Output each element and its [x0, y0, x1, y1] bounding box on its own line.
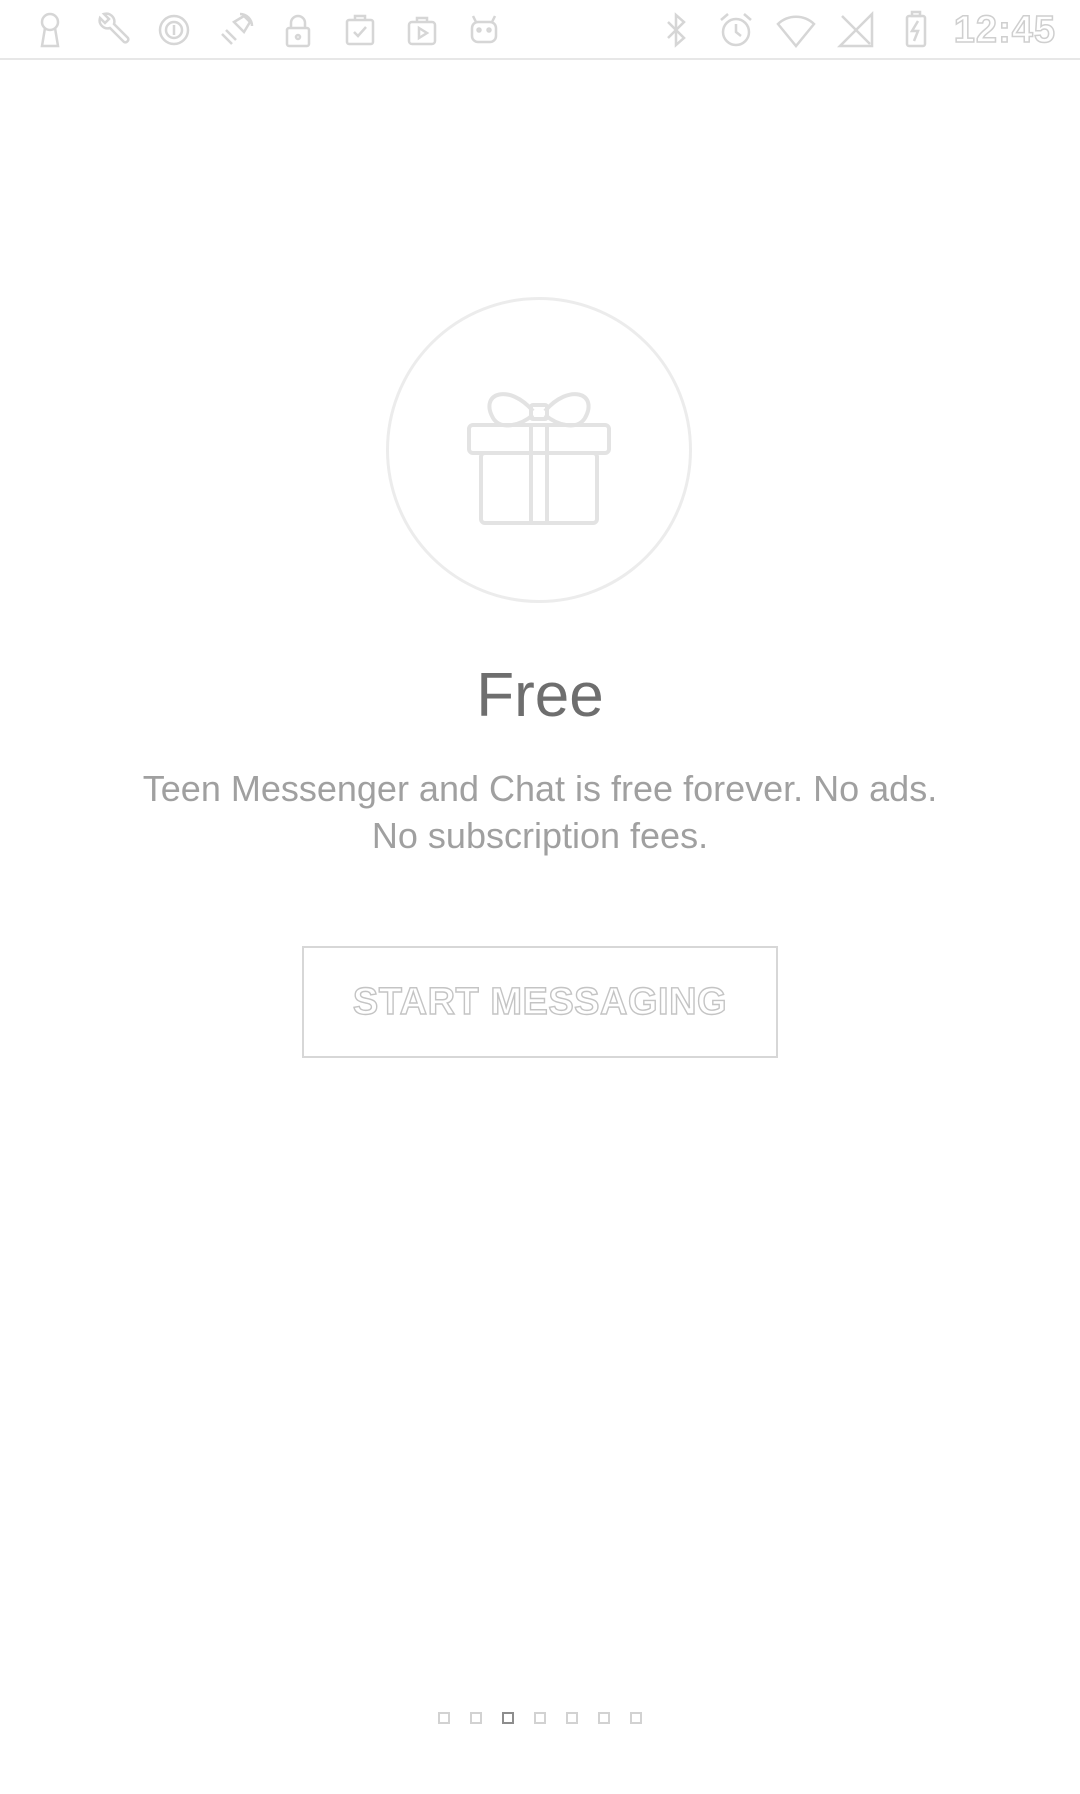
page-dot[interactable]	[534, 1712, 546, 1724]
info-icon	[152, 8, 196, 52]
gift-illustration	[386, 297, 692, 603]
status-bar-system: 12:45	[654, 6, 1056, 54]
wifi-icon	[774, 8, 818, 52]
clipboard-check-icon	[338, 8, 382, 52]
page-dot[interactable]	[598, 1712, 610, 1724]
page-dot[interactable]	[470, 1712, 482, 1724]
description-line-1: Teen Messenger and Chat is free forever.…	[142, 768, 938, 809]
battery-charging-icon	[894, 8, 938, 52]
alarm-icon	[714, 8, 758, 52]
wrench-icon	[90, 8, 134, 52]
play-store-icon	[400, 8, 444, 52]
description-line-2: No subscription fees.	[371, 815, 709, 856]
keyhole-icon	[28, 8, 72, 52]
start-messaging-label: START MESSAGING	[352, 980, 728, 1023]
page-dot[interactable]	[630, 1712, 642, 1724]
page-dot[interactable]	[566, 1712, 578, 1724]
clock-time: 12:45	[953, 8, 1056, 52]
status-bar-notifications	[28, 6, 506, 54]
status-bar: 12:45	[0, 0, 1080, 60]
gift-icon	[459, 363, 619, 538]
no-sim-icon	[834, 8, 878, 52]
page-dot[interactable]	[502, 1712, 514, 1724]
feature-description: Teen Messenger and Chat is free forever.…	[60, 765, 1020, 859]
bluetooth-icon	[654, 8, 698, 52]
satellite-icon	[214, 8, 258, 52]
start-messaging-button[interactable]: START MESSAGING	[302, 946, 778, 1058]
android-icon	[462, 8, 506, 52]
page-dot[interactable]	[438, 1712, 450, 1724]
page-indicator	[0, 1712, 1080, 1728]
lock-icon	[276, 8, 320, 52]
page-title: Free	[476, 661, 604, 730]
